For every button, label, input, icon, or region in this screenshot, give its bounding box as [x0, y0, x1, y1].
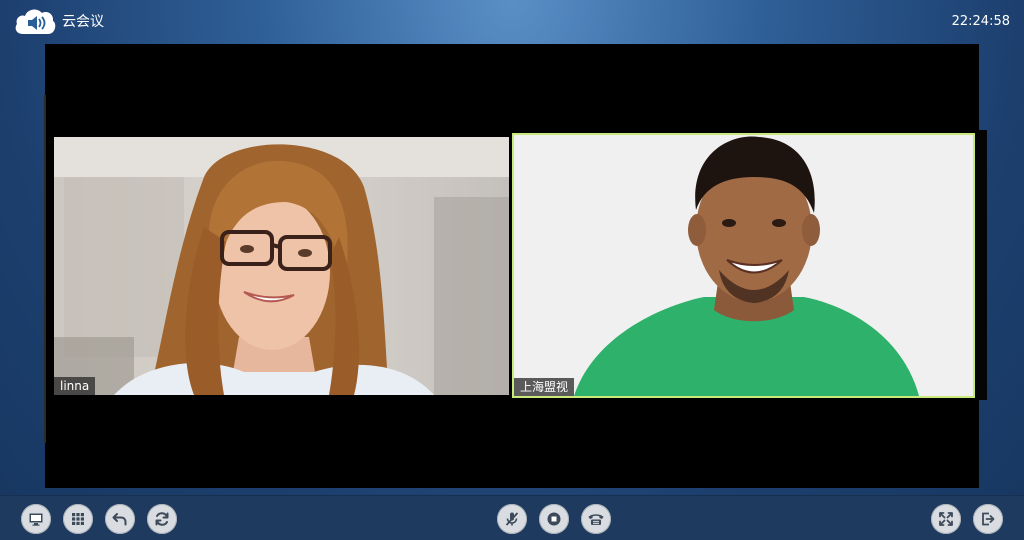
monitor-button[interactable]	[21, 504, 51, 534]
stage-edge	[44, 95, 46, 443]
call-button[interactable]	[581, 504, 611, 534]
participant-name-label: linna	[54, 377, 96, 395]
exit-icon	[982, 512, 995, 526]
clock: 22:24:58	[951, 14, 1010, 29]
record-icon	[547, 512, 561, 526]
bottom-toolbar	[0, 495, 1024, 540]
back-button[interactable]	[105, 504, 135, 534]
telephone-icon	[588, 514, 604, 525]
cloud-speaker-icon	[13, 6, 57, 38]
undo-arrow-icon	[112, 513, 127, 526]
title-bar: 云会议 22:24:58	[0, 0, 1024, 44]
participant-tile-linna[interactable]: linna	[54, 137, 509, 395]
video-feed-active-speaker	[514, 135, 973, 396]
participant-tile-active-speaker[interactable]: 上海盟视	[512, 133, 975, 398]
mute-microphone-button[interactable]	[497, 504, 527, 534]
refresh-button[interactable]	[147, 504, 177, 534]
mic-muted-icon	[505, 512, 519, 526]
record-button[interactable]	[539, 504, 569, 534]
video-feed-linna	[54, 137, 509, 395]
refresh-icon	[155, 512, 169, 526]
stage-edge	[975, 130, 987, 400]
monitor-icon	[29, 513, 43, 526]
grid-icon	[72, 513, 84, 525]
exit-button[interactable]	[973, 504, 1003, 534]
fullscreen-icon	[939, 512, 953, 526]
grid-layout-button[interactable]	[63, 504, 93, 534]
app-title: 云会议	[62, 14, 104, 30]
fullscreen-button[interactable]	[931, 504, 961, 534]
participant-name-label: 上海盟视	[514, 378, 575, 396]
